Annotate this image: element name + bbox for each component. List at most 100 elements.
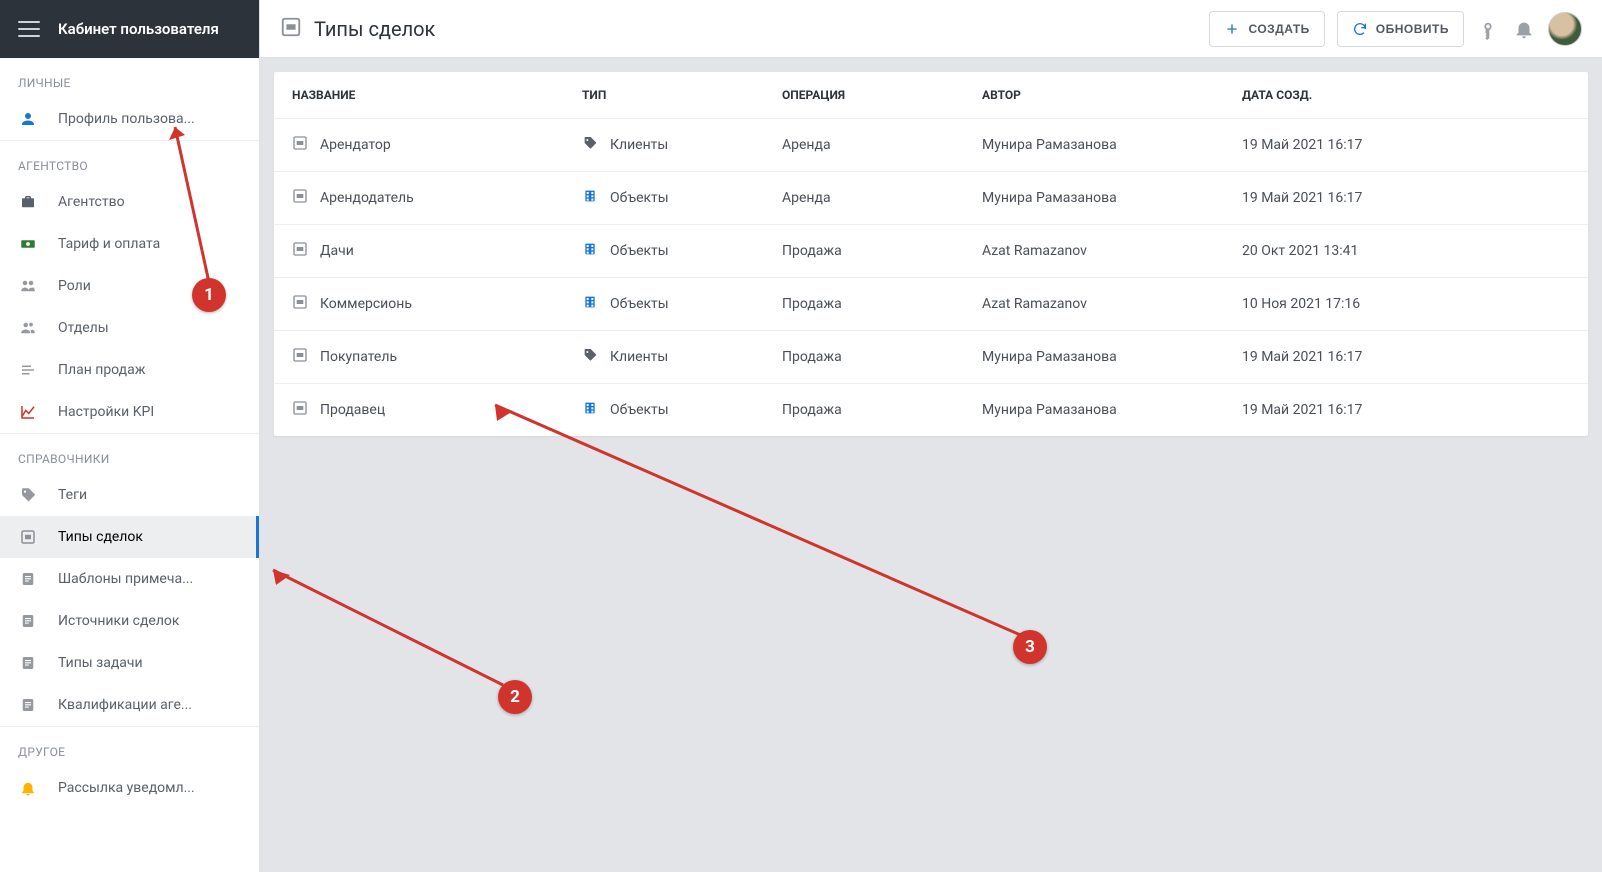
row-operation: Продажа <box>764 278 964 331</box>
bell-icon[interactable] <box>1512 17 1536 41</box>
sidebar-item-tags[interactable]: Теги <box>0 474 259 516</box>
row-type: Объекты <box>610 296 669 312</box>
sidebar-section-label: АГЕНТСТВО <box>0 140 259 181</box>
sidebar-item-label: Профиль пользова... <box>58 111 195 127</box>
sidebar-section-label: СПРАВОЧНИКИ <box>0 433 259 474</box>
create-button[interactable]: СОЗДАТЬ <box>1209 11 1324 47</box>
row-operation: Продажа <box>764 384 964 437</box>
chart-line-icon <box>18 402 38 422</box>
sidebar-item-note-templates[interactable]: Шаблоны примеча... <box>0 558 259 600</box>
col-name[interactable]: НАЗВАНИЕ <box>274 72 564 119</box>
tag-icon <box>18 485 38 505</box>
refresh-button-label: ОБНОВИТЬ <box>1376 22 1449 36</box>
sidebar-section-label: ЛИЧНЫЕ <box>0 58 259 98</box>
group-icon <box>18 276 38 296</box>
person-icon <box>18 109 38 129</box>
objects-icon <box>582 400 598 420</box>
deal-icon <box>292 400 308 420</box>
briefcase-icon <box>18 192 38 212</box>
sidebar-item-label: Типы задачи <box>58 655 143 671</box>
sidebar: Кабинет пользователя ЛИЧНЫЕ Профиль поль… <box>0 0 260 872</box>
objects-icon <box>582 294 598 314</box>
sidebar-item-label: Настройки KPI <box>58 404 154 420</box>
sidebar-item-roles[interactable]: Роли <box>0 265 259 307</box>
sidebar-item-label: Шаблоны примеча... <box>58 571 193 587</box>
cash-icon <box>18 234 38 254</box>
row-type: Объекты <box>610 402 669 418</box>
sidebar-item-label: Роли <box>58 278 91 294</box>
bell-icon <box>18 778 38 798</box>
col-author[interactable]: АВТОР <box>964 72 1224 119</box>
document-icon <box>18 695 38 715</box>
refresh-icon <box>1352 21 1368 37</box>
sidebar-section-label: ДРУГОЕ <box>0 726 259 767</box>
sidebar-item-notifications-mailing[interactable]: Рассылка уведомл... <box>0 767 259 809</box>
row-author: Мунира Рамазанова <box>964 331 1224 384</box>
row-name: Дачи <box>320 243 354 259</box>
list-icon <box>18 360 38 380</box>
row-name: Продавец <box>320 402 385 418</box>
row-type: Объекты <box>610 190 669 206</box>
content-area: НАЗВАНИЕ ТИП ОПЕРАЦИЯ АВТОР ДАТА СОЗД. А… <box>260 58 1602 872</box>
col-created[interactable]: ДАТА СОЗД. <box>1224 72 1588 119</box>
row-created: 19 Май 2021 16:17 <box>1224 331 1588 384</box>
row-operation: Аренда <box>764 119 964 172</box>
table-row[interactable]: ПокупательКлиентыПродажаМунира Рамазанов… <box>274 331 1588 384</box>
row-name: Коммерсионь <box>320 296 412 312</box>
sidebar-item-label: План продаж <box>58 362 145 378</box>
refresh-button[interactable]: ОБНОВИТЬ <box>1337 11 1464 47</box>
table-card: НАЗВАНИЕ ТИП ОПЕРАЦИЯ АВТОР ДАТА СОЗД. А… <box>274 72 1588 436</box>
clients-icon <box>582 135 598 155</box>
row-operation: Продажа <box>764 331 964 384</box>
people-icon <box>18 318 38 338</box>
table-row[interactable]: Коммерсионь Объекты ПродажаAzat Ramazanov1… <box>274 278 1588 331</box>
row-author: Мунира Рамазанова <box>964 119 1224 172</box>
document-icon <box>18 569 38 589</box>
deal-icon <box>292 294 308 314</box>
row-created: 19 Май 2021 16:17 <box>1224 384 1588 437</box>
deal-icon <box>292 241 308 261</box>
row-created: 19 Май 2021 16:17 <box>1224 119 1588 172</box>
sidebar-item-billing[interactable]: Тариф и оплата <box>0 223 259 265</box>
table-row[interactable]: Продавец Объекты ПродажаМунира Рамазанова1… <box>274 384 1588 437</box>
sidebar-item-profile[interactable]: Профиль пользова... <box>0 98 259 140</box>
row-name: Арендатор <box>320 137 391 153</box>
deal-icon <box>280 16 302 42</box>
sidebar-item-deal-sources[interactable]: Источники сделок <box>0 600 259 642</box>
row-created: 19 Май 2021 16:17 <box>1224 172 1588 225</box>
row-name: Покупатель <box>320 349 397 365</box>
document-icon <box>18 611 38 631</box>
menu-toggle-icon[interactable] <box>18 21 40 37</box>
row-author: Azat Ramazanov <box>964 278 1224 331</box>
sidebar-item-agency[interactable]: Агентство <box>0 181 259 223</box>
col-type[interactable]: ТИП <box>564 72 764 119</box>
key-icon[interactable] <box>1476 17 1500 41</box>
row-operation: Аренда <box>764 172 964 225</box>
sidebar-item-task-types[interactable]: Типы задачи <box>0 642 259 684</box>
user-avatar[interactable] <box>1548 12 1582 46</box>
clients-icon <box>582 347 598 367</box>
row-author: Мунира Рамазанова <box>964 384 1224 437</box>
plus-icon <box>1224 21 1240 37</box>
row-created: 20 Окт 2021 13:41 <box>1224 225 1588 278</box>
sidebar-title: Кабинет пользователя <box>58 20 219 38</box>
document-icon <box>18 653 38 673</box>
sidebar-item-kpi[interactable]: Настройки KPI <box>0 391 259 433</box>
col-operation[interactable]: ОПЕРАЦИЯ <box>764 72 964 119</box>
row-name: Арендодатель <box>320 190 414 206</box>
sidebar-item-sales-plan[interactable]: План продаж <box>0 349 259 391</box>
sidebar-item-label: Агентство <box>58 194 125 210</box>
table-row[interactable]: ДачиОбъектыПродажаAzat Ramazanov20 Окт 2… <box>274 225 1588 278</box>
sidebar-item-label: Рассылка уведомл... <box>58 780 195 796</box>
deal-icon <box>18 527 38 547</box>
sidebar-item-deal-types[interactable]: Типы сделок <box>0 516 259 558</box>
objects-icon <box>582 188 598 208</box>
table-row[interactable]: АрендодательОбъектыАрендаМунира Рамазано… <box>274 172 1588 225</box>
sidebar-item-label: Теги <box>58 487 87 503</box>
sidebar-item-label: Типы сделок <box>58 529 143 545</box>
sidebar-item-departments[interactable]: Отделы <box>0 307 259 349</box>
table-row[interactable]: АрендаторКлиентыАрендаМунира Рамазанова1… <box>274 119 1588 172</box>
sidebar-item-agent-qualifications[interactable]: Квалификации аге... <box>0 684 259 726</box>
deal-types-table: НАЗВАНИЕ ТИП ОПЕРАЦИЯ АВТОР ДАТА СОЗД. А… <box>274 72 1588 436</box>
row-created: 10 Ноя 2021 17:16 <box>1224 278 1588 331</box>
